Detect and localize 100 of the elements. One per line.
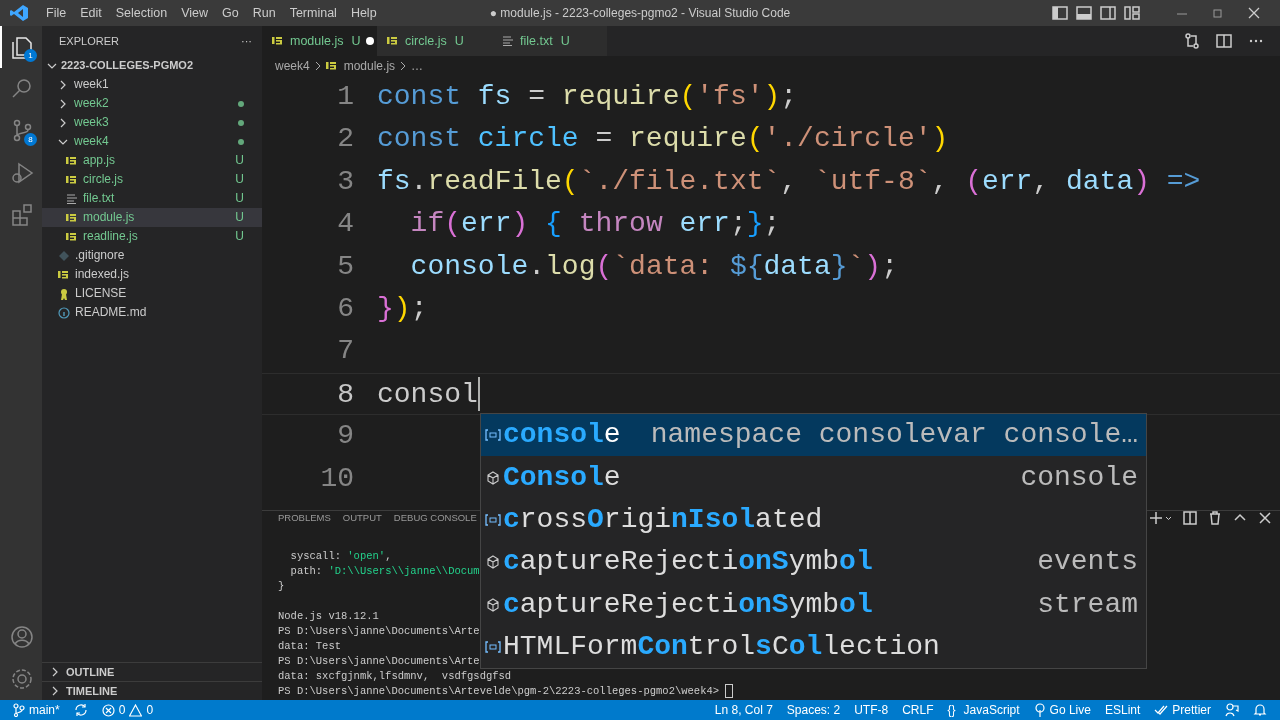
suggestion-item[interactable]: crossOriginIsolated (481, 498, 1146, 542)
extensions-icon (10, 202, 34, 228)
code-line: const circle = require('./circle') (377, 122, 949, 157)
terminal-line: PS D:\Users\janne\Documents\Arte (278, 625, 480, 638)
tree-item[interactable]: file.txt U (42, 189, 262, 208)
workspace-folder[interactable]: 2223-COLLEGES-PGMO2 (42, 56, 262, 75)
status-item[interactable]: UTF-8 (847, 700, 896, 720)
suggestion-item[interactable]: HTMLFormControlsCollection (481, 625, 1146, 669)
tree-item[interactable]: indexed.js (42, 265, 262, 284)
split-layout-icon[interactable] (1100, 5, 1116, 21)
close-icon[interactable] (1258, 511, 1272, 526)
add-terminal-icon[interactable] (1150, 511, 1172, 526)
line-number: 1 (336, 80, 354, 114)
more-actions[interactable]: ··· (241, 32, 252, 50)
change-dot (238, 138, 244, 145)
terminal-line: PS D:\Users\janne\Documents\Arte (278, 655, 480, 668)
editor-tab[interactable]: file.txt U (492, 26, 607, 56)
split-editor-icon[interactable] (1216, 33, 1232, 49)
terminal-line: Node.js v18.12.1 (278, 610, 379, 623)
line-number: 2 (336, 122, 354, 157)
sidebar-title: EXPLORER (59, 33, 119, 49)
breadcrumb-item[interactable]: week4 (275, 57, 310, 75)
panel-tab[interactable]: DEBUG CONSOLE (387, 511, 483, 526)
status-item[interactable]: Prettier (1147, 700, 1218, 720)
code-line: console.log(`data: ${data}`); (409, 249, 898, 284)
line-number: 5 (336, 249, 354, 284)
trash-icon[interactable] (1208, 511, 1222, 526)
settings-icon[interactable] (10, 667, 34, 691)
panel-tab[interactable]: PROBLEMS (272, 511, 337, 526)
split-terminal-icon[interactable] (1183, 511, 1197, 526)
menu-item[interactable]: Help (343, 0, 384, 26)
menu-item[interactable]: Selection (108, 0, 175, 26)
compare-changes-icon[interactable] (1184, 33, 1200, 49)
line-number: 8 (336, 377, 354, 412)
account-icon[interactable] (10, 625, 34, 649)
code-line: if(err) { throw err;}; (409, 207, 781, 242)
line-number: 9 (336, 419, 354, 454)
source-control-button[interactable]: 8 (0, 110, 42, 152)
panel-layout-icon[interactable] (1076, 5, 1092, 21)
tree-item[interactable]: .gitignore (42, 246, 262, 265)
folder-tree-item[interactable]: week2 (42, 94, 262, 113)
sidebar-layout-icon[interactable] (1052, 5, 1068, 21)
variable-icon (485, 511, 501, 528)
menu-item[interactable]: Go (215, 0, 246, 26)
error-icon (101, 703, 115, 717)
menu-item[interactable]: File (39, 0, 74, 26)
folder-tree-item[interactable]: week1 (42, 75, 262, 94)
warning-icon (129, 703, 143, 717)
panel-tab[interactable]: OUTPUT (336, 511, 388, 526)
breadcrumb-item[interactable]: module.js (325, 57, 396, 75)
editor-tab[interactable]: circle.js U (377, 26, 492, 56)
suggestion-item[interactable]: console namespace consolevar console… (481, 414, 1146, 457)
tree-item[interactable]: circle.js U (42, 170, 262, 189)
code-line: const fs = require('fs'); (377, 80, 798, 114)
menu-item[interactable]: Run (245, 0, 283, 26)
status-item[interactable]: ESLint (1097, 700, 1148, 720)
tree-item[interactable]: readline.js U (42, 227, 262, 246)
suggestion-item[interactable]: captureRejectionSymbol events (481, 541, 1146, 584)
close-icon[interactable] (1247, 6, 1261, 20)
line-number: 3 (336, 164, 354, 199)
status-item[interactable]: Spaces: 2 (779, 700, 848, 720)
problems-button[interactable]: 0 0 (94, 700, 161, 720)
cube-icon (485, 596, 501, 613)
code-line: fs.readFile(`./file.txt`, `utf-8`, (err, data) => (377, 164, 1201, 199)
vscode-logo-icon (9, 3, 29, 23)
bell-icon[interactable] (1253, 703, 1267, 717)
breadcrumb-item[interactable]: … (411, 57, 424, 75)
branch-button[interactable]: main* (6, 700, 67, 720)
line-number: 10 (319, 461, 354, 496)
tree-item[interactable]: module.js U (42, 208, 262, 227)
grid-layout-icon[interactable] (1124, 5, 1140, 21)
menu-item[interactable]: View (174, 0, 215, 26)
folder-tree-item[interactable]: week4 (42, 132, 262, 151)
tree-item[interactable]: LICENSE (42, 284, 262, 303)
suggestion-item[interactable]: Console console (481, 456, 1146, 499)
status-item[interactable]: Go Live (1026, 700, 1098, 720)
menu-item[interactable]: Edit (73, 0, 109, 26)
tree-item[interactable]: app.js U (42, 151, 262, 170)
count-badge: 8 (24, 133, 37, 146)
tree-item[interactable]: README.md (42, 303, 262, 322)
sync-icon[interactable] (73, 703, 88, 717)
line-number: 4 (336, 207, 354, 242)
section-header[interactable]: OUTLINE (42, 662, 262, 681)
count-badge: 1 (24, 49, 37, 62)
status-item[interactable]: {} JavaScript (940, 700, 1027, 720)
status-item[interactable]: CRLF (895, 700, 941, 720)
change-dot (238, 100, 244, 107)
chevron-right-icon (58, 79, 68, 90)
menu-item[interactable]: Terminal (282, 0, 344, 26)
terminal-line: data: sxcfgjnmk,lfsdmnv, vsdfgsdgfsd (278, 670, 512, 683)
breadcrumb-separator-icon (313, 61, 322, 71)
folder-tree-item[interactable]: week3 (42, 113, 262, 132)
chevron-right-icon (58, 98, 68, 109)
status-item[interactable]: Ln 8, Col 7 (707, 700, 780, 720)
editor-tab[interactable]: module.js U (262, 26, 377, 56)
feedback-icon[interactable] (1225, 703, 1239, 717)
text-file-icon (66, 193, 80, 204)
breadcrumb-separator-icon (399, 61, 408, 71)
terminal-line: path: 'D:\\Users\\janne\\Docum (289, 565, 480, 578)
suggestion-item[interactable]: captureRejectionSymbol stream (481, 583, 1146, 626)
